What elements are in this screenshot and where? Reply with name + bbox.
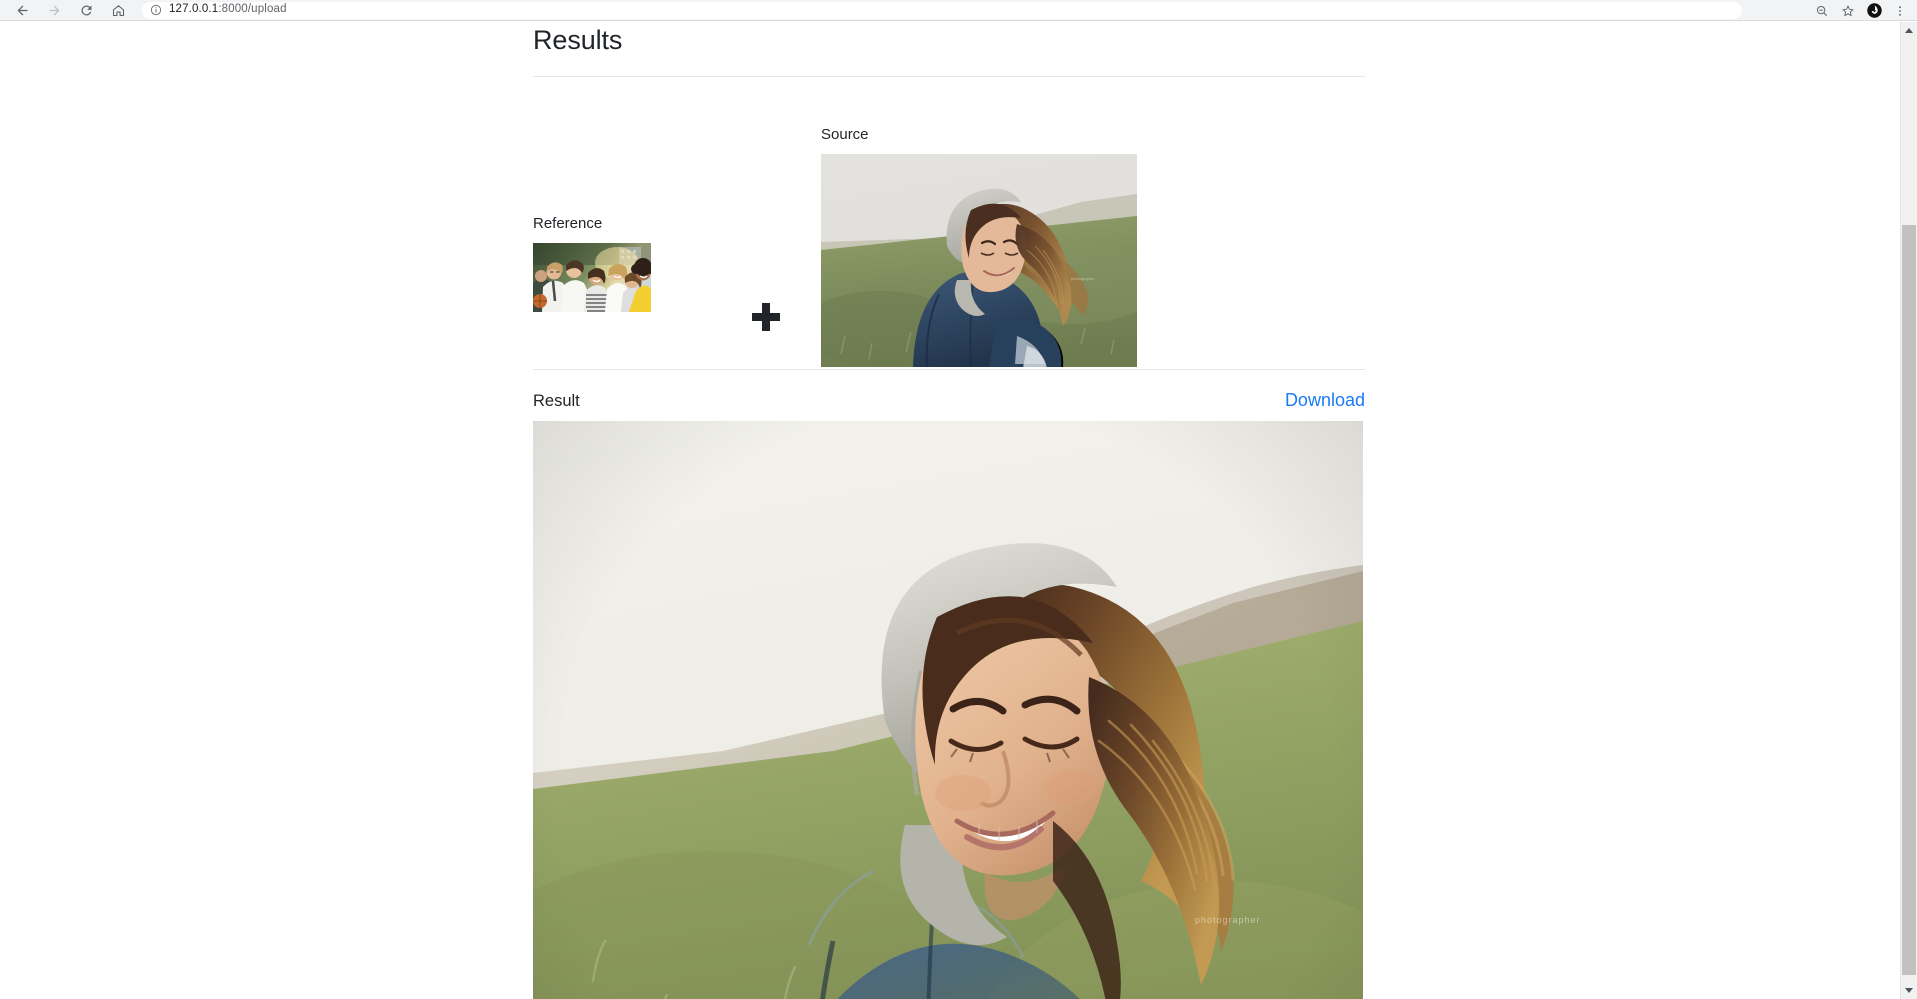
result-image[interactable]: photographer	[533, 421, 1363, 999]
url-host: 127.0.0.1	[169, 3, 219, 16]
forward-arrow-icon	[49, 5, 59, 15]
reload-button[interactable]	[70, 0, 102, 20]
navigation-buttons	[0, 0, 134, 20]
scrollbar-down-arrow[interactable]	[1901, 982, 1917, 999]
source-group: Source photographer	[821, 125, 1137, 367]
site-info-icon[interactable]	[150, 4, 162, 16]
address-bar[interactable]: 127.0.0.1:8000/upload	[142, 1, 1742, 19]
page-viewport: Results Source photographer Reference Re…	[0, 22, 1917, 999]
url-text: 127.0.0.1:8000/upload	[169, 4, 287, 16]
chrome-menu-button[interactable]	[1887, 0, 1913, 21]
zoom-out-button[interactable]	[1809, 0, 1835, 21]
back-button[interactable]	[6, 0, 38, 20]
reload-icon	[80, 4, 91, 15]
reference-label: Reference	[533, 215, 603, 233]
reference-group: Reference	[533, 214, 651, 312]
download-link[interactable]: Download	[1285, 390, 1365, 411]
home-icon	[112, 4, 124, 16]
browser-toolbar: 127.0.0.1:8000/upload	[0, 0, 1917, 21]
source-reference-block: Source photographer Reference	[533, 77, 1365, 367]
svg-text:photographer: photographer	[1071, 276, 1095, 281]
back-arrow-icon	[17, 5, 27, 15]
scrollbar-up-arrow[interactable]	[1901, 22, 1917, 39]
three-dot-menu-icon	[1899, 5, 1901, 16]
home-button[interactable]	[102, 0, 134, 20]
zoom-out-icon	[1816, 5, 1828, 16]
reference-image[interactable]	[533, 242, 651, 312]
page-title: Results	[533, 25, 623, 55]
source-image[interactable]: photographer	[821, 153, 1137, 367]
results-container: Results Source photographer Reference Re…	[533, 22, 1365, 999]
extension-button[interactable]	[1861, 0, 1887, 21]
forward-button[interactable]	[38, 0, 70, 20]
result-label: Result	[533, 392, 580, 411]
url-path: :8000/upload	[218, 3, 287, 16]
scrollbar-thumb[interactable]	[1902, 225, 1916, 975]
star-icon	[1842, 5, 1854, 16]
result-header: Result Download	[533, 370, 1365, 411]
bookmark-button[interactable]	[1835, 0, 1861, 21]
toolbar-right-icons	[1809, 0, 1913, 21]
plus-icon	[752, 303, 780, 332]
source-label: Source	[821, 126, 869, 144]
extension-icon	[1866, 3, 1882, 18]
info-circle-icon	[150, 4, 162, 16]
page-scrollbar[interactable]	[1900, 22, 1917, 999]
